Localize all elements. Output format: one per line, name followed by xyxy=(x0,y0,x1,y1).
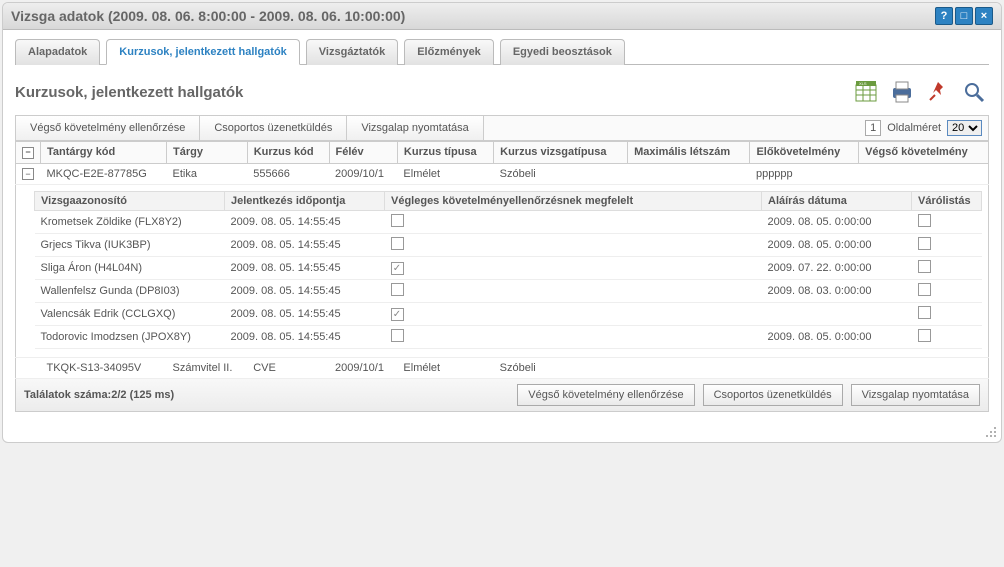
tab-egyedi[interactable]: Egyedi beosztások xyxy=(500,39,625,65)
list-item[interactable]: Wallenfelsz Gunda (DP8I03)2009. 08. 05. … xyxy=(35,280,982,303)
subtab-vizsgalap[interactable]: Vizsgalap nyomtatása xyxy=(347,116,483,140)
grid-footer: Találatok száma:2/2 (125 ms) Végső követ… xyxy=(15,379,989,412)
col-vegso-kovetelmeny[interactable]: Végső követelmény xyxy=(859,142,989,164)
help-button[interactable]: ? xyxy=(935,7,953,25)
footer-btn-csoportos[interactable]: Csoportos üzenetküldés xyxy=(703,384,843,406)
list-item[interactable]: Krometsek Zöldike (FLX8Y2)2009. 08. 05. … xyxy=(35,211,982,234)
col-elokovetelmeny[interactable]: Előkövetelmény xyxy=(750,142,859,164)
sub-grid: Vizsgaazonosító Jelentkezés időpontja Vé… xyxy=(34,191,982,349)
col-tantargy-kod[interactable]: Tantárgy kód xyxy=(41,142,167,164)
col-kurzus-kod[interactable]: Kurzus kód xyxy=(247,142,329,164)
sub-tabs-row: Végső követelmény ellenőrzése Csoportos … xyxy=(15,115,989,141)
checkbox[interactable]: ✓ xyxy=(391,262,404,275)
footer-btn-vizsgalap[interactable]: Vizsgalap nyomtatása xyxy=(851,384,980,406)
pager: 1 Oldalméret 20 xyxy=(859,120,988,136)
collapse-all-icon[interactable]: − xyxy=(22,147,34,159)
sub-tabs: Végső követelmény ellenőrzése Csoportos … xyxy=(16,116,484,140)
subtab-csoportos[interactable]: Csoportos üzenetküldés xyxy=(200,116,347,140)
col-kurzus-tipusa[interactable]: Kurzus típusa xyxy=(397,142,493,164)
col-max-letszam[interactable]: Maximális létszám xyxy=(628,142,750,164)
checkbox[interactable] xyxy=(918,260,931,273)
tab-elozmenyek[interactable]: Előzmények xyxy=(404,39,494,65)
window-buttons: ? □ × xyxy=(935,7,993,25)
subcol-vizsgaazonosito[interactable]: Vizsgaazonosító xyxy=(35,192,225,211)
footer-btn-vegso[interactable]: Végső követelmény ellenőrzése xyxy=(517,384,694,406)
dialog-window: Vizsga adatok (2009. 08. 06. 8:00:00 - 2… xyxy=(2,2,1002,443)
subcol-vegleges[interactable]: Végleges követelményellenőrzésnek megfel… xyxy=(385,192,762,211)
export-xls-icon[interactable]: XLS xyxy=(851,77,881,107)
subcol-jelentkezes[interactable]: Jelentkezés időpontja xyxy=(225,192,385,211)
maximize-button[interactable]: □ xyxy=(955,7,973,25)
page-size-select[interactable]: 20 xyxy=(947,120,982,136)
checkbox[interactable] xyxy=(391,283,404,296)
checkbox[interactable] xyxy=(391,214,404,227)
tab-vizsgaztatok[interactable]: Vizsgáztatók xyxy=(306,39,398,65)
pin-icon[interactable] xyxy=(923,77,953,107)
print-icon[interactable] xyxy=(887,77,917,107)
list-item[interactable]: Sliga Áron (H4L04N)2009. 08. 05. 14:55:4… xyxy=(35,257,982,280)
main-tabs: Alapadatok Kurzusok, jelentkezett hallga… xyxy=(15,38,989,65)
search-icon[interactable] xyxy=(959,77,989,107)
checkbox[interactable] xyxy=(918,283,931,296)
tab-alapadatok[interactable]: Alapadatok xyxy=(15,39,100,65)
checkbox[interactable] xyxy=(918,329,931,342)
main-grid: − Tantárgy kód Tárgy Kurzus kód Félév Ku… xyxy=(15,141,989,379)
checkbox[interactable] xyxy=(918,306,931,319)
section-head: Kurzusok, jelentkezett hallgatók XLS xyxy=(15,77,989,107)
subgrid-row: Vizsgaazonosító Jelentkezés időpontja Vé… xyxy=(16,185,989,358)
page-number[interactable]: 1 xyxy=(865,120,881,136)
tab-kurzusok[interactable]: Kurzusok, jelentkezett hallgatók xyxy=(106,39,299,65)
close-button[interactable]: × xyxy=(975,7,993,25)
result-count: Találatok száma:2/2 (125 ms) xyxy=(24,389,174,401)
resize-grip-icon[interactable] xyxy=(985,426,997,438)
subcol-varolistas[interactable]: Várólistás xyxy=(912,192,982,211)
col-targy[interactable]: Tárgy xyxy=(167,142,248,164)
subcol-alairas[interactable]: Aláírás dátuma xyxy=(762,192,912,211)
section-title: Kurzusok, jelentkezett hallgatók xyxy=(15,84,243,101)
checkbox[interactable] xyxy=(391,237,404,250)
checkbox[interactable] xyxy=(918,237,931,250)
checkbox[interactable]: ✓ xyxy=(391,308,404,321)
page-size-label: Oldalméret xyxy=(887,122,941,134)
table-row[interactable]: − MKQC-E2E-87785G Etika 555666 2009/10/1… xyxy=(16,163,989,185)
checkbox[interactable] xyxy=(391,329,404,342)
checkbox[interactable] xyxy=(918,214,931,227)
col-felev[interactable]: Félév xyxy=(329,142,397,164)
toolbar-icons: XLS xyxy=(851,77,989,107)
list-item[interactable]: Todorovic Imodzsen (JPOX8Y)2009. 08. 05.… xyxy=(35,326,982,349)
collapse-row-icon[interactable]: − xyxy=(22,168,34,180)
content: Alapadatok Kurzusok, jelentkezett hallga… xyxy=(3,30,1001,442)
col-kurzus-vizsgatipusa[interactable]: Kurzus vizsgatípusa xyxy=(494,142,628,164)
list-item[interactable]: Grjecs Tikva (IUK3BP)2009. 08. 05. 14:55… xyxy=(35,234,982,257)
list-item[interactable]: Valencsák Edrik (CCLGXQ)2009. 08. 05. 14… xyxy=(35,303,982,326)
titlebar: Vizsga adatok (2009. 08. 06. 8:00:00 - 2… xyxy=(3,3,1001,30)
subtab-vegso[interactable]: Végső követelmény ellenőrzése xyxy=(16,116,200,140)
window-title: Vizsga adatok (2009. 08. 06. 8:00:00 - 2… xyxy=(11,8,405,24)
table-row[interactable]: TKQK-S13-34095V Számvitel II. CVE 2009/1… xyxy=(16,358,989,379)
